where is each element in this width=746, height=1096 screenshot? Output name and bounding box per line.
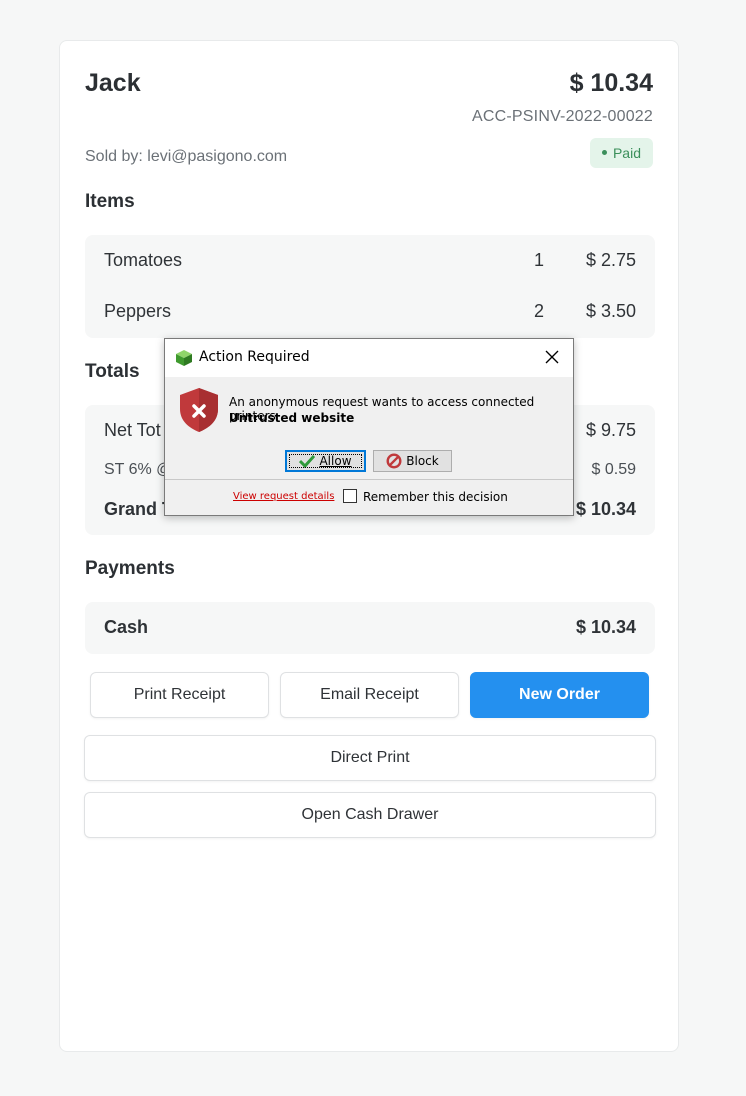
allow-button[interactable]: Allow xyxy=(285,450,366,472)
status-label: Paid xyxy=(612,145,641,161)
direct-print-button[interactable]: Direct Print xyxy=(84,735,656,781)
block-icon xyxy=(386,453,402,469)
invoice-id: ACC-PSINV-2022-00022 xyxy=(472,108,653,125)
payment-row: Cash $ 10.34 xyxy=(104,617,636,638)
view-details-link[interactable]: View request details xyxy=(233,491,334,502)
status-badge: Paid xyxy=(589,138,653,168)
open-cash-drawer-button[interactable]: Open Cash Drawer xyxy=(84,792,656,838)
item-qty: 2 xyxy=(533,301,544,321)
grand-total-value: $ 10.34 xyxy=(575,499,636,519)
items-heading: Items xyxy=(85,191,135,212)
items-panel: Tomatoes 1 $ 2.75 Peppers 2 $ 3.50 xyxy=(85,235,655,338)
action-required-dialog: Action Required An anonymous request wan… xyxy=(164,338,574,516)
item-name: Tomatoes xyxy=(104,250,183,270)
status-dot-icon xyxy=(601,149,607,155)
remember-checkbox[interactable] xyxy=(343,489,357,503)
shield-error-icon xyxy=(180,388,218,432)
dialog-title: Action Required xyxy=(199,349,310,365)
net-total-label: Net Tot xyxy=(104,420,161,440)
tax-value: $ 0.59 xyxy=(591,461,636,478)
app-cube-icon xyxy=(176,350,192,366)
dialog-divider xyxy=(165,479,573,480)
item-name: Peppers xyxy=(104,301,172,321)
block-label: Block xyxy=(406,454,439,468)
print-receipt-button[interactable]: Print Receipt xyxy=(90,672,269,718)
remember-label[interactable]: Remember this decision xyxy=(363,490,508,504)
new-order-button[interactable]: New Order xyxy=(470,672,649,718)
payments-heading: Payments xyxy=(85,558,175,579)
order-grand-total: $ 10.34 xyxy=(569,69,653,97)
tax-label: ST 6% @ xyxy=(104,461,173,478)
net-total-value: $ 9.75 xyxy=(585,420,636,440)
item-qty: 1 xyxy=(533,250,544,270)
totals-heading: Totals xyxy=(85,361,140,382)
block-button[interactable]: Block xyxy=(373,450,452,472)
list-item: Tomatoes 1 $ 2.75 xyxy=(104,250,636,271)
item-amount: $ 3.50 xyxy=(585,301,636,321)
close-icon[interactable] xyxy=(543,348,561,366)
sold-by: Sold by: levi@pasigono.com xyxy=(85,148,288,165)
list-item: Peppers 2 $ 3.50 xyxy=(104,301,636,322)
email-receipt-button[interactable]: Email Receipt xyxy=(280,672,459,718)
payments-panel: Cash $ 10.34 xyxy=(85,602,655,654)
dialog-titlebar: Action Required xyxy=(165,339,573,377)
grand-total-label: Grand T xyxy=(104,499,174,519)
payment-amount: $ 10.34 xyxy=(575,617,636,637)
payment-method: Cash xyxy=(104,617,149,637)
item-amount: $ 2.75 xyxy=(585,250,636,270)
customer-name: Jack xyxy=(85,69,141,97)
order-summary-card: Jack $ 10.34 ACC-PSINV-2022-00022 Sold b… xyxy=(59,40,679,1052)
dialog-subtitle: Untrusted website xyxy=(229,411,355,425)
